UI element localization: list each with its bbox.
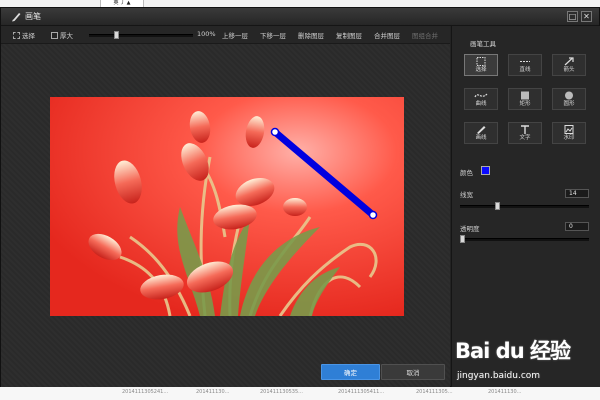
tool-text[interactable]: 文字	[508, 122, 542, 144]
circle-icon	[565, 91, 573, 100]
tool-pen-label: 画线	[475, 135, 487, 141]
tool-arrow[interactable]: 箭头	[552, 54, 586, 76]
baidu-brand: Bai du 经验	[455, 339, 571, 363]
move-down-button[interactable]: 下移一层	[260, 30, 286, 40]
line-icon	[520, 61, 530, 62]
ok-button[interactable]: 确定	[321, 364, 380, 380]
watermark-icon	[564, 125, 574, 134]
line-width-slider[interactable]	[460, 205, 589, 208]
tool-select[interactable]: 选择	[464, 54, 498, 76]
zoom-level: 100%	[197, 30, 216, 38]
tool-watermark-label: 水印	[563, 135, 575, 141]
canvas-area[interactable]: 确定 取消	[1, 44, 450, 388]
file-item[interactable]: 201411130535...	[260, 389, 303, 395]
merge-layer-button[interactable]: 合并图层	[374, 30, 400, 40]
file-item[interactable]: 2014111305411...	[338, 389, 384, 395]
tool-line-label: 直线	[519, 67, 531, 73]
rectangle-icon	[521, 91, 529, 100]
brush-window: 画笔 □ ✕ 选择 厚大 100% 上移一层 下移一层 删除图层 复制图层 合并…	[0, 7, 600, 388]
select-label: 选择	[22, 32, 35, 40]
copy-layer-button[interactable]: 复制图层	[336, 30, 362, 40]
tool-select-label: 选择	[475, 67, 487, 73]
tool-circle[interactable]: 圆形	[552, 88, 586, 110]
line-start-handle[interactable]	[270, 127, 280, 137]
line-width-slider-handle[interactable]	[494, 202, 500, 210]
baidu-site: jingyan.baidu.com	[457, 371, 541, 381]
tool-circle-label: 圆形	[563, 101, 575, 107]
layer-toolbar: 选择 厚大 100% 上移一层 下移一层 删除图层 复制图层 合并图层 图组合并	[1, 26, 450, 44]
close-button[interactable]: ✕	[581, 11, 592, 22]
move-up-button[interactable]: 上移一层	[222, 30, 248, 40]
tool-curve[interactable]: 曲线	[464, 88, 498, 110]
curve-icon	[474, 93, 488, 98]
zoom-slider[interactable]	[89, 34, 193, 37]
maximize-button[interactable]: □	[567, 11, 578, 22]
taskbar-strip	[0, 0, 600, 7]
pen-icon	[477, 126, 486, 134]
file-item[interactable]: 201411130...	[488, 389, 521, 395]
color-label: 颜色	[460, 169, 473, 177]
tool-text-label: 文字	[519, 135, 531, 141]
panel-title: 画笔工具	[470, 40, 496, 48]
marquee-icon	[13, 32, 20, 39]
tool-rectangle[interactable]: 矩形	[508, 88, 542, 110]
thick-button[interactable]: 厚大	[51, 30, 73, 40]
brush-tools-panel: 画笔工具 选择 直线 箭头 曲线 矩形 圆形 画线 文字 水印 颜色 线宽 14…	[451, 26, 600, 388]
window-title: 画笔	[25, 12, 41, 21]
file-item[interactable]: 2014111305241...	[122, 389, 168, 395]
flatten-button[interactable]: 图组合并	[412, 30, 438, 40]
opacity-label: 透明度	[460, 225, 480, 233]
tool-line[interactable]: 直线	[508, 54, 542, 76]
opacity-slider[interactable]	[460, 238, 589, 241]
zoom-slider-handle[interactable]	[113, 31, 119, 39]
resize-icon	[51, 32, 58, 39]
select-icon	[476, 57, 486, 66]
title-bar: 画笔 □ ✕	[1, 8, 599, 26]
line-width-label: 线宽	[460, 191, 473, 199]
line-width-value[interactable]: 14	[565, 189, 589, 198]
thumbnail-strip: 2014111305241... 201411130... 2014111305…	[0, 387, 600, 400]
line-end-handle[interactable]	[368, 210, 378, 220]
color-swatch[interactable]	[481, 166, 490, 175]
tool-watermark[interactable]: 水印	[552, 122, 586, 144]
arrow-icon	[564, 57, 574, 66]
tool-pen[interactable]: 画线	[464, 122, 498, 144]
delete-layer-button[interactable]: 删除图层	[298, 30, 324, 40]
opacity-slider-handle[interactable]	[460, 235, 465, 243]
cancel-button[interactable]: 取消	[381, 364, 445, 380]
text-icon	[521, 125, 529, 134]
file-item[interactable]: 2014111305...	[416, 389, 453, 395]
brush-icon	[12, 13, 21, 22]
tool-rectangle-label: 矩形	[519, 101, 531, 107]
file-item[interactable]: 201411130...	[196, 389, 229, 395]
tool-arrow-label: 箭头	[563, 67, 575, 73]
tulip-photo[interactable]	[50, 97, 404, 316]
thick-label: 厚大	[60, 32, 73, 40]
opacity-value[interactable]: 0	[565, 222, 589, 231]
baidu-watermark: Bai du 经验 jingyan.baidu.com	[455, 335, 595, 387]
tool-curve-label: 曲线	[475, 101, 487, 107]
select-tool-button[interactable]: 选择	[13, 30, 35, 40]
